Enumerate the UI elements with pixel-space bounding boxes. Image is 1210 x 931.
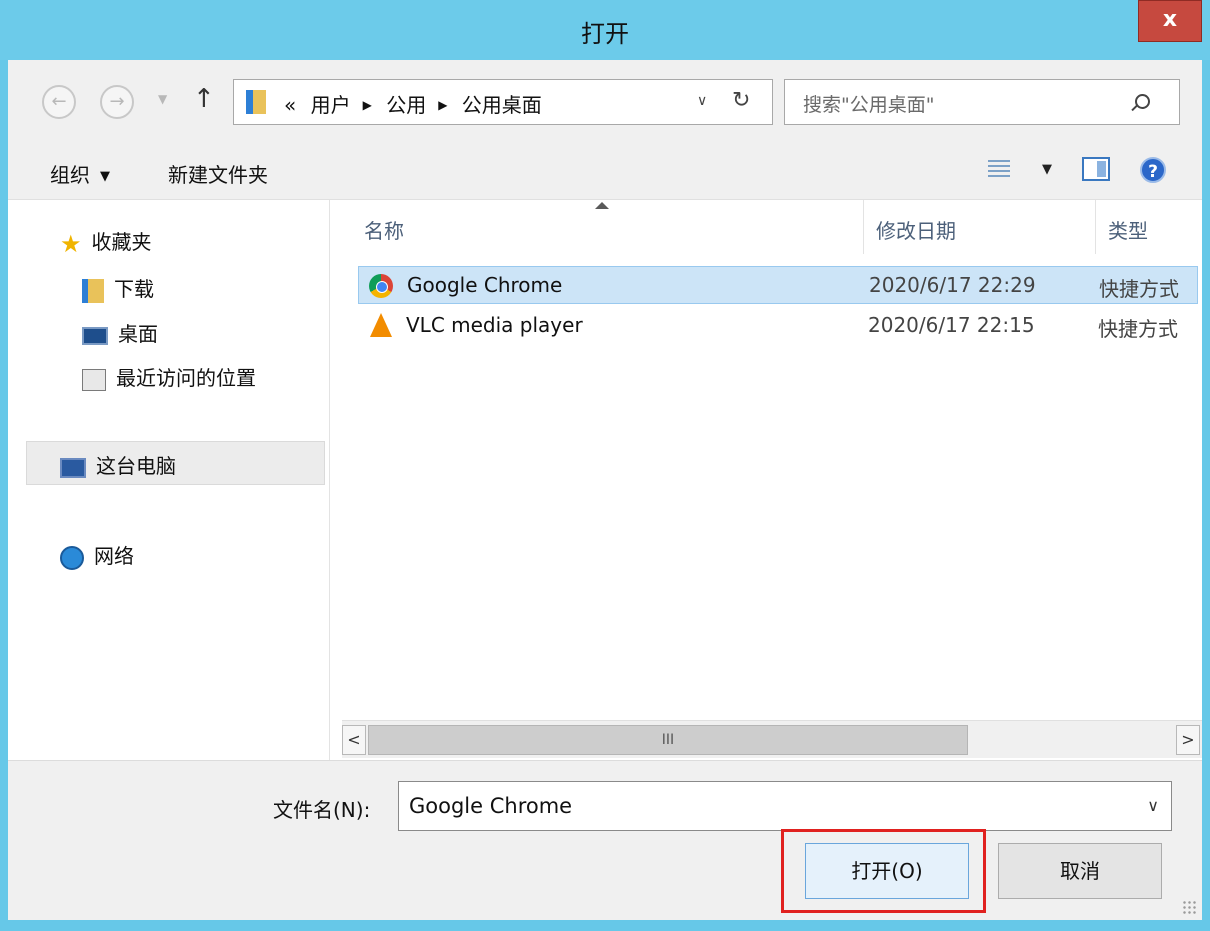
folder-icon xyxy=(246,90,266,114)
filename-field[interactable]: Google Chrome xyxy=(409,794,572,818)
filename-combobox[interactable]: Google Chrome ∨ xyxy=(398,781,1172,831)
sidebar-item-desktop[interactable]: 桌面 xyxy=(82,318,158,347)
breadcrumb-item-users[interactable]: 用户 xyxy=(311,93,351,117)
view-dropdown-icon[interactable]: ▼ xyxy=(1042,162,1052,177)
search-input[interactable]: 搜索"公用桌面" xyxy=(803,90,934,117)
organize-menu[interactable]: 组织 ▼ xyxy=(50,159,110,188)
vlc-shortcut-icon xyxy=(370,313,392,337)
sidebar-item-label: 网络 xyxy=(94,544,134,568)
column-header-label: 类型 xyxy=(1108,219,1148,243)
column-header-label: 修改日期 xyxy=(876,219,956,243)
footer-panel: 文件名(N): Google Chrome ∨ 打开(O) 取消 xyxy=(8,760,1202,920)
column-header-label: 名称 xyxy=(364,219,404,243)
breadcrumb-item-public-desktop[interactable]: 公用桌面 xyxy=(462,93,542,117)
sidebar-item-recent-places[interactable]: 最近访问的位置 xyxy=(82,362,256,391)
column-header-date[interactable]: 修改日期 xyxy=(864,200,1096,254)
breadcrumb-overflow[interactable]: « xyxy=(284,93,296,117)
help-icon[interactable]: ? xyxy=(1140,157,1166,183)
refresh-icon[interactable]: ↻ xyxy=(732,88,750,113)
column-header-name[interactable]: 名称 xyxy=(330,200,864,254)
network-icon xyxy=(60,545,84,570)
sidebar-item-this-pc[interactable]: 这台电脑 xyxy=(60,450,176,479)
new-folder-button[interactable]: 新建文件夹 xyxy=(168,159,268,188)
search-icon[interactable] xyxy=(1135,94,1150,109)
scroll-right-button[interactable]: > xyxy=(1176,725,1200,755)
desktop-icon xyxy=(82,326,108,345)
view-options-icon[interactable] xyxy=(988,160,1010,180)
sidebar-item-label: 下载 xyxy=(114,277,154,301)
preview-pane-icon[interactable] xyxy=(1082,157,1110,181)
up-button[interactable]: ↑ xyxy=(193,84,215,114)
file-type: 快捷方式 xyxy=(1098,317,1178,341)
file-row-google-chrome[interactable]: Google Chrome 2020/6/17 22:29 快捷方式 xyxy=(358,266,1198,304)
address-row: ← → ▼ ↑ « 用户 ▶ 公用 ▶ 公用桌面 ∨ ↻ 搜索"公用桌面" xyxy=(8,60,1202,142)
navigation-pane: ★ 收藏夹 下载 桌面 最近访问的位置 这台电脑 网络 xyxy=(8,200,330,760)
file-date: 2020/6/17 22:29 xyxy=(869,273,1036,297)
dialog-client: ← → ▼ ↑ « 用户 ▶ 公用 ▶ 公用桌面 ∨ ↻ 搜索"公用桌面" 组织 ▼ … xyxy=(8,60,1202,920)
star-icon: ★ xyxy=(60,229,82,258)
file-type: 快捷方式 xyxy=(1099,277,1179,301)
forward-button[interactable]: → xyxy=(100,85,134,119)
title-bar[interactable]: 打开 x xyxy=(0,0,1210,60)
sidebar-item-label: 这台电脑 xyxy=(96,454,176,478)
filename-label: 文件名(N): xyxy=(273,798,371,822)
file-name: VLC media player xyxy=(406,313,583,337)
close-button[interactable]: x xyxy=(1138,0,1202,42)
breadcrumb: « 用户 ▶ 公用 ▶ 公用桌面 xyxy=(284,89,550,118)
recent-locations-dropdown[interactable]: ▼ xyxy=(158,92,167,106)
address-history-dropdown-icon[interactable]: ∨ xyxy=(697,93,707,109)
sort-ascending-icon xyxy=(595,202,609,209)
scroll-left-button[interactable]: < xyxy=(342,725,366,755)
annotation-highlight-box xyxy=(781,829,986,913)
scrollbar-thumb[interactable]: III xyxy=(368,725,968,755)
breadcrumb-separator-icon[interactable]: ▶ xyxy=(438,98,447,112)
back-button[interactable]: ← xyxy=(42,85,76,119)
dialog-title: 打开 xyxy=(581,20,629,48)
chrome-shortcut-icon xyxy=(369,274,393,298)
search-box[interactable]: 搜索"公用桌面" xyxy=(784,79,1180,125)
sidebar-item-label: 桌面 xyxy=(118,322,158,346)
chevron-down-icon: ▼ xyxy=(100,169,110,184)
sidebar-item-network[interactable]: 网络 xyxy=(60,540,134,570)
file-list: 名称 修改日期 类型 Google Chrome 2020/6/17 22:29… xyxy=(330,200,1202,760)
horizontal-scrollbar[interactable]: < III > xyxy=(342,720,1202,758)
downloads-folder-icon xyxy=(82,278,104,303)
cancel-button[interactable]: 取消 xyxy=(998,843,1162,899)
computer-icon xyxy=(60,457,86,478)
sidebar-item-label: 最近访问的位置 xyxy=(116,366,256,390)
column-header-type[interactable]: 类型 xyxy=(1096,200,1202,254)
sidebar-item-favorites[interactable]: ★ 收藏夹 xyxy=(60,226,152,258)
sidebar-item-label: 收藏夹 xyxy=(91,230,152,254)
file-date: 2020/6/17 22:15 xyxy=(868,313,1035,337)
organize-label: 组织 xyxy=(50,163,90,187)
recent-places-icon xyxy=(82,368,106,391)
resize-grip-icon[interactable] xyxy=(1182,900,1196,914)
address-bar[interactable]: « 用户 ▶ 公用 ▶ 公用桌面 ∨ ↻ xyxy=(233,79,773,125)
breadcrumb-separator-icon[interactable]: ▶ xyxy=(363,98,372,112)
file-name: Google Chrome xyxy=(407,273,563,297)
chevron-down-icon[interactable]: ∨ xyxy=(1147,796,1159,815)
file-row-vlc-media-player[interactable]: VLC media player 2020/6/17 22:15 快捷方式 xyxy=(358,307,1198,345)
command-bar: 组织 ▼ 新建文件夹 ▼ ? xyxy=(8,142,1202,200)
breadcrumb-item-public[interactable]: 公用 xyxy=(386,93,426,117)
sidebar-item-downloads[interactable]: 下载 xyxy=(82,273,154,303)
